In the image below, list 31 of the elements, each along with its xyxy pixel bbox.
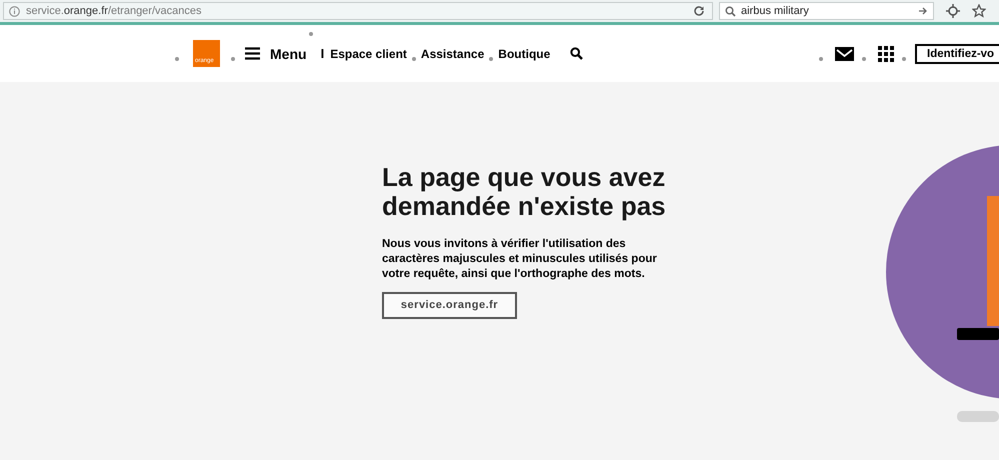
dot-icon [175, 56, 179, 60]
search-icon[interactable] [570, 47, 584, 60]
reload-icon[interactable] [693, 5, 705, 17]
menu-icon[interactable] [245, 47, 260, 60]
envelope-icon[interactable] [835, 46, 854, 60]
grid-icon[interactable] [878, 46, 894, 62]
dot-icon [231, 56, 235, 60]
arrow-icon[interactable] [918, 6, 928, 16]
dot-icon [862, 56, 866, 60]
search-field[interactable]: airbus military [719, 2, 934, 20]
address-field[interactable]: service.orange.fr/etranger/vacances [3, 2, 713, 20]
info-icon [9, 6, 20, 16]
error-heading: La page que vous avez demandée n'existe pas [382, 163, 667, 221]
menu-link[interactable]: Menu [270, 46, 307, 62]
url-text: service.orange.fr/etranger/vacances [26, 5, 202, 17]
star-icon[interactable] [972, 4, 986, 18]
dot-icon [819, 56, 823, 60]
nav-link[interactable]: Assistance [420, 46, 484, 60]
search-text: airbus military [741, 5, 810, 17]
dot-icon [412, 56, 416, 60]
error-message: Nous vous invitons à vérifier l'utilisation des caractères majuscules et minuscules utilisés pour votre requête, ainsi que l'orthographe des mots. [382, 237, 658, 282]
crosshair-icon[interactable] [946, 4, 960, 18]
home-link-button[interactable]: service.orange.fr [382, 292, 517, 319]
nav-link[interactable]: Boutique [498, 46, 550, 60]
dot-icon [489, 56, 494, 60]
dot-icon [308, 32, 313, 36]
search-icon [725, 6, 736, 16]
separator-text: I [320, 46, 324, 61]
nav-link[interactable]: Espace client [330, 46, 407, 60]
dot-icon [902, 56, 906, 60]
login-button[interactable]: Identifiez-vo [915, 44, 999, 64]
